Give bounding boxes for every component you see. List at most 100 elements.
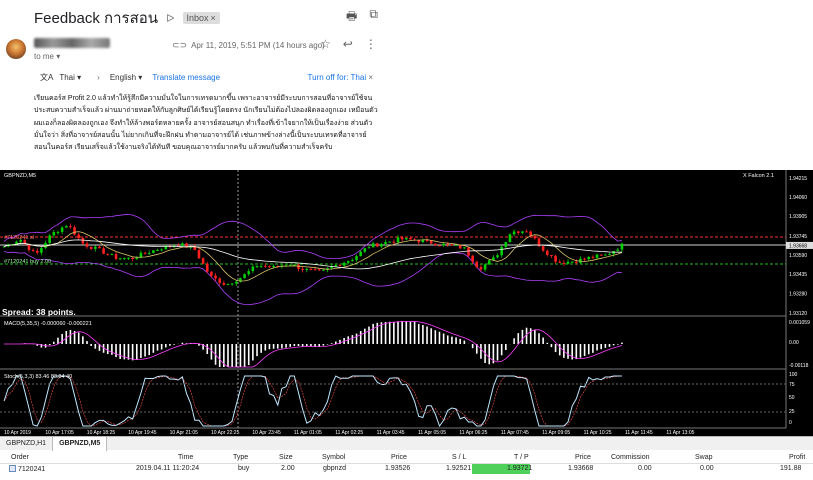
print-icon[interactable]: 🖶 xyxy=(346,7,357,28)
target-language-select[interactable]: English ▾ xyxy=(110,73,143,82)
stoch-label: Stoch(5,3,3) 83.46 83.84 40 xyxy=(4,374,72,380)
price-tick-label: 1.93590 xyxy=(789,253,807,259)
source-language-select[interactable]: Thai ▾ xyxy=(59,73,81,82)
candle-body xyxy=(421,240,425,243)
more-options-icon[interactable]: ⋮ xyxy=(365,37,377,51)
candle-body xyxy=(143,252,147,254)
tab-gbpnzd-m5[interactable]: GBPNZD,M5 xyxy=(53,437,108,451)
candle-body xyxy=(160,249,163,251)
candle-body xyxy=(545,250,549,255)
open-in-new-window-icon[interactable]: ⧉ xyxy=(369,7,378,28)
remove-label-icon[interactable]: × xyxy=(211,13,216,23)
candle-body xyxy=(52,232,56,236)
header-tp[interactable]: T / P xyxy=(514,454,529,461)
order-profit: 191.88 xyxy=(780,465,802,472)
header-price[interactable]: Price xyxy=(391,454,407,461)
close-icon[interactable]: × xyxy=(368,73,373,82)
order-icon xyxy=(9,465,16,472)
candle-body xyxy=(346,261,350,263)
candle-body xyxy=(234,281,238,284)
top-actions: 🖶 ⧉ xyxy=(346,7,378,28)
orders-terminal: Order Time Type Size Symbol Price S / L … xyxy=(0,451,813,480)
candle-body xyxy=(89,246,93,249)
inbox-label-chip[interactable]: Inbox × xyxy=(182,12,220,24)
macd-tick-label: 0.001059 xyxy=(789,320,810,326)
header-swap[interactable]: Swap xyxy=(695,454,713,461)
candle-body xyxy=(152,250,155,253)
macd-signal-line xyxy=(4,320,623,368)
stoch-tick-label: 0 xyxy=(789,420,792,426)
message-actions: ☆ ↩ ⋮ xyxy=(320,37,377,51)
candle-body xyxy=(454,244,458,246)
candle-body xyxy=(60,227,64,232)
candle-body xyxy=(583,258,586,260)
candle-body xyxy=(40,247,43,253)
candle-body xyxy=(467,247,470,256)
candle-body xyxy=(31,249,35,251)
candle-body xyxy=(483,264,487,270)
header-profit[interactable]: Profit xyxy=(789,454,805,461)
source-language: Thai xyxy=(59,72,75,82)
candle-body xyxy=(355,256,358,261)
candle-body xyxy=(388,241,392,243)
trading-chart[interactable]: 1.94215 1.94060 1.93905 1.93745 1.93668 1.935… xyxy=(0,170,813,436)
attachment-icon: ⊂⊃ xyxy=(172,40,188,50)
chart-canvas[interactable]: 1.94215 1.94060 1.93905 1.93745 1.93668 1.935… xyxy=(0,170,813,436)
candle-body xyxy=(85,243,89,247)
candle-body xyxy=(487,260,491,265)
candle-body xyxy=(442,243,445,246)
tab-gbpnzd-h1[interactable]: GBPNZD,H1 xyxy=(0,437,54,451)
header-size[interactable]: Size xyxy=(279,454,293,461)
header-current-price[interactable]: Price xyxy=(575,454,591,461)
candle-body xyxy=(73,227,76,235)
order-symbol: gbpnzd xyxy=(323,465,346,472)
candle-body xyxy=(558,261,562,263)
macd-tick-label: 0.00 xyxy=(789,340,799,346)
important-marker-icon[interactable]: ᐅ xyxy=(166,12,174,25)
candle-body xyxy=(570,261,574,263)
moving-averages xyxy=(3,231,623,282)
order-buy-label: #7120241 buy 2.00 xyxy=(4,259,51,265)
candle-body xyxy=(98,246,101,249)
candle-body xyxy=(247,271,251,275)
order-open-price: 1.93526 xyxy=(385,465,411,472)
candle-body xyxy=(496,255,499,258)
star-icon[interactable]: ☆ xyxy=(320,37,331,51)
date-row: ⊂⊃ Apr 11, 2019, 5:51 PM (14 hours ago) xyxy=(172,40,325,51)
candle-body xyxy=(313,269,317,271)
translate-bar: 文A Thai ▾ › English ▾ Translate message … xyxy=(40,70,373,84)
bollinger-bands xyxy=(3,213,622,306)
sender-avatar[interactable] xyxy=(6,39,26,59)
header-order[interactable]: Order xyxy=(11,454,29,461)
candle-body xyxy=(197,250,201,259)
header-sl[interactable]: S / L xyxy=(452,454,466,461)
sender-name-redacted xyxy=(34,38,110,48)
candle-body xyxy=(181,243,184,246)
header-symbol[interactable]: Symbol xyxy=(322,454,345,461)
header-commission[interactable]: Commission xyxy=(611,454,650,461)
order-row[interactable]: 7120241 2019.04.11 11:20:24 buy 2.00 gbp… xyxy=(0,464,813,475)
candle-body xyxy=(554,255,557,262)
header-time[interactable]: Time xyxy=(178,454,193,461)
email-subject-row: Feedback การสอน ᐅ Inbox × xyxy=(34,6,220,30)
translate-message-link[interactable]: Translate message xyxy=(152,73,220,82)
candle-body xyxy=(500,246,503,256)
macd-histogram xyxy=(4,320,623,368)
candle-body xyxy=(529,231,532,236)
candle-body xyxy=(351,260,354,262)
reply-icon[interactable]: ↩ xyxy=(343,37,353,51)
header-type[interactable]: Type xyxy=(233,454,248,461)
candle-body xyxy=(425,240,429,242)
candle-body xyxy=(363,248,367,252)
order-commission: 0.00 xyxy=(638,465,652,472)
candle-body xyxy=(512,231,516,235)
turn-off-translation[interactable]: Turn off for: Thai × xyxy=(308,73,373,82)
candle-body xyxy=(504,242,508,247)
chevron-down-icon[interactable]: ▾ xyxy=(56,52,60,61)
candle-body xyxy=(230,283,234,285)
candle-body xyxy=(392,241,396,243)
recipient-line[interactable]: to me ▾ xyxy=(34,52,60,61)
chart-symbol-title: GBPNZD,M5 xyxy=(4,173,36,179)
candle-body xyxy=(305,268,309,270)
candle-body xyxy=(417,240,421,243)
